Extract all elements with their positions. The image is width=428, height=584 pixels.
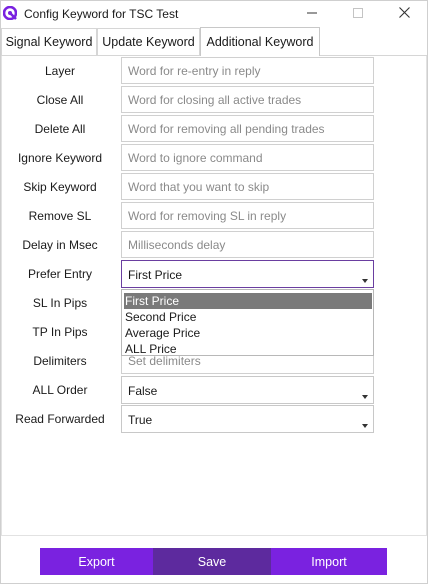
option-first-price[interactable]: First Price <box>124 293 372 309</box>
ignore-keyword-label: Ignore Keyword <box>17 151 103 165</box>
close-button[interactable] <box>381 1 427 27</box>
tp-in-pips-label: TP In Pips <box>32 325 88 339</box>
delete-all-label: Delete All <box>34 122 86 136</box>
export-button[interactable]: Export <box>40 548 153 575</box>
delay-label: Delay in Msec <box>22 238 98 252</box>
prefer-entry-select[interactable]: First Price <box>121 260 374 288</box>
tab-additional-keyword[interactable]: Additional Keyword <box>200 27 320 56</box>
sl-in-pips-label: SL In Pips <box>32 296 88 310</box>
close-all-input[interactable] <box>121 86 374 113</box>
layer-label: Layer <box>44 64 76 78</box>
chevron-down-icon <box>362 395 368 399</box>
option-average-price[interactable]: Average Price <box>124 325 372 341</box>
chevron-down-icon <box>362 424 368 428</box>
chevron-down-icon <box>362 279 368 283</box>
skip-keyword-input[interactable] <box>121 173 374 200</box>
all-order-select[interactable]: False <box>121 376 374 404</box>
prefer-entry-label: Prefer Entry <box>27 267 93 281</box>
maximize-icon <box>353 7 363 21</box>
remove-sl-input[interactable] <box>121 202 374 229</box>
all-order-label: ALL Order <box>32 383 88 397</box>
import-button[interactable]: Import <box>271 548 387 575</box>
layer-input[interactable] <box>121 57 374 84</box>
delay-input[interactable] <box>121 231 374 258</box>
maximize-button[interactable] <box>335 1 381 27</box>
tab-strip: Signal Keyword Update Keyword Additional… <box>1 27 427 56</box>
app-logo-icon <box>2 5 18 21</box>
config-window: Config Keyword for TSC Test Signal Keywo… <box>0 0 428 584</box>
all-order-value: False <box>128 384 158 398</box>
close-all-label: Close All <box>36 93 84 107</box>
option-second-price[interactable]: Second Price <box>124 309 372 325</box>
read-forwarded-label: Read Forwarded <box>15 412 105 426</box>
skip-keyword-label: Skip Keyword <box>23 180 97 194</box>
minimize-button[interactable] <box>289 1 335 27</box>
delete-all-input[interactable] <box>121 115 374 142</box>
close-icon <box>398 7 410 21</box>
minimize-icon <box>307 7 317 21</box>
window-title: Config Keyword for TSC Test <box>24 7 179 21</box>
tab-signal-keyword[interactable]: Signal Keyword <box>1 28 97 55</box>
save-button[interactable]: Save <box>153 548 271 575</box>
remove-sl-label: Remove SL <box>28 209 92 223</box>
title-bar: Config Keyword for TSC Test <box>1 1 427 27</box>
ignore-keyword-input[interactable] <box>121 144 374 171</box>
prefer-entry-dropdown: First Price Second Price Average Price A… <box>121 289 374 356</box>
read-forwarded-value: True <box>128 413 153 427</box>
read-forwarded-select[interactable]: True <box>121 405 374 433</box>
prefer-entry-value: First Price <box>128 268 182 282</box>
delimiters-label: Delimiters <box>33 354 87 368</box>
option-all-price[interactable]: ALL Price <box>124 341 372 357</box>
tab-update-keyword[interactable]: Update Keyword <box>97 28 200 55</box>
